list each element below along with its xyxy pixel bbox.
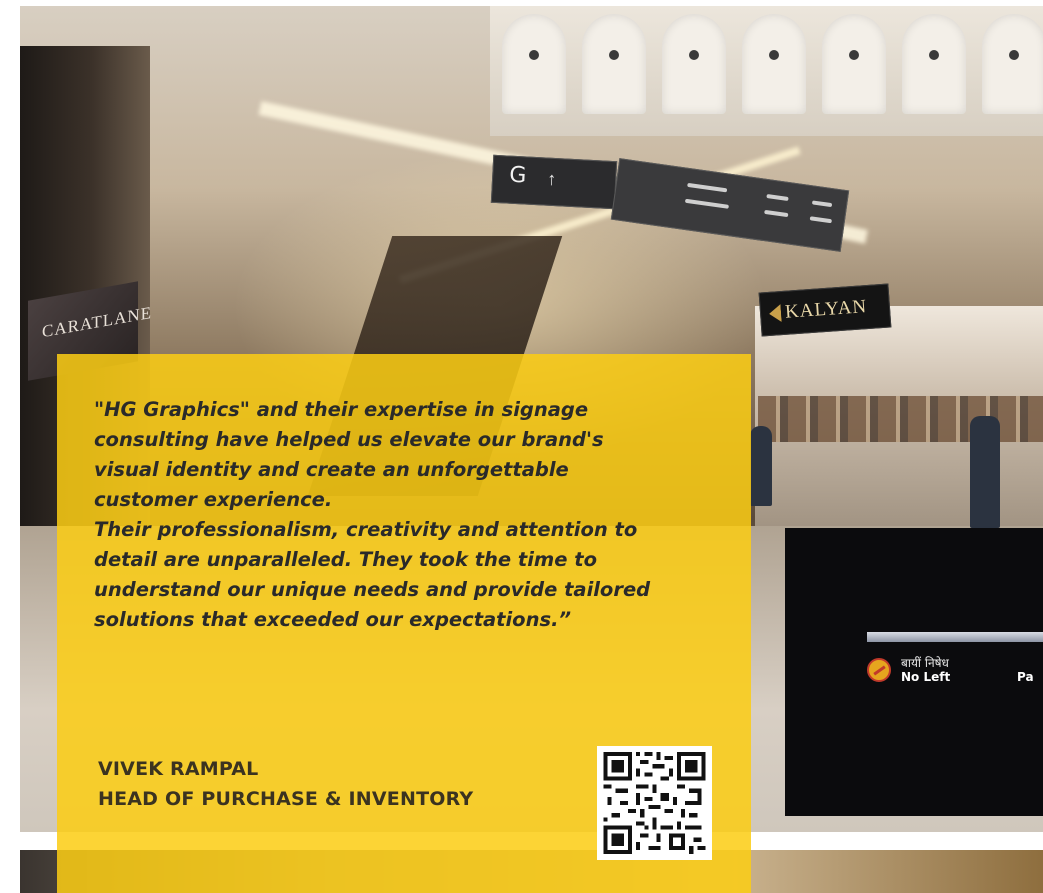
traffic-sign-photo: बायीं निषेध No Left Pa [785,528,1043,816]
ceiling-arch [582,14,646,114]
ceiling-arch [902,14,966,114]
testimonial-quote: "HG Graphics" and their expertise in sig… [94,395,724,635]
ceiling-arch [742,14,806,114]
ceiling-arch [822,14,886,114]
sign-strip [867,632,1043,642]
level-direction-sign: G ↑ [490,154,618,210]
kalyan-logo-icon [769,304,782,323]
store-shelves [758,396,1043,442]
testimonial-panel: "HG Graphics" and their expertise in sig… [57,354,751,893]
ceiling-arches [490,6,1043,136]
qr-code-icon[interactable] [597,746,712,860]
kalyan-store-sign: KALYAN [758,283,892,337]
shopper-figure [970,416,1000,528]
no-left-sign: बायीं निषेध No Left Pa [865,652,1043,698]
shopper-figure [750,426,772,506]
no-left-hindi: बायीं निषेध [901,656,949,670]
ceiling-arch [502,14,566,114]
testimonial-author: VIVEK RAMPAL HEAD OF PURCHASE & INVENTOR… [98,754,473,814]
author-name: VIVEK RAMPAL [98,758,259,780]
qr-code-graphic [603,752,706,854]
cut-sign-text: Pa [1017,670,1034,684]
no-left-turn-icon [867,658,891,682]
quote-paragraph-2: Their professionalism, creativity and at… [94,518,651,631]
author-title: HEAD OF PURCHASE & INVENTORY [98,788,474,810]
ceiling-arch [662,14,726,114]
no-left-english: No Left [901,670,951,684]
ceiling-arch [982,14,1043,114]
quote-paragraph-1: "HG Graphics" and their expertise in sig… [94,398,604,511]
up-arrow-icon: ↑ [546,168,557,190]
